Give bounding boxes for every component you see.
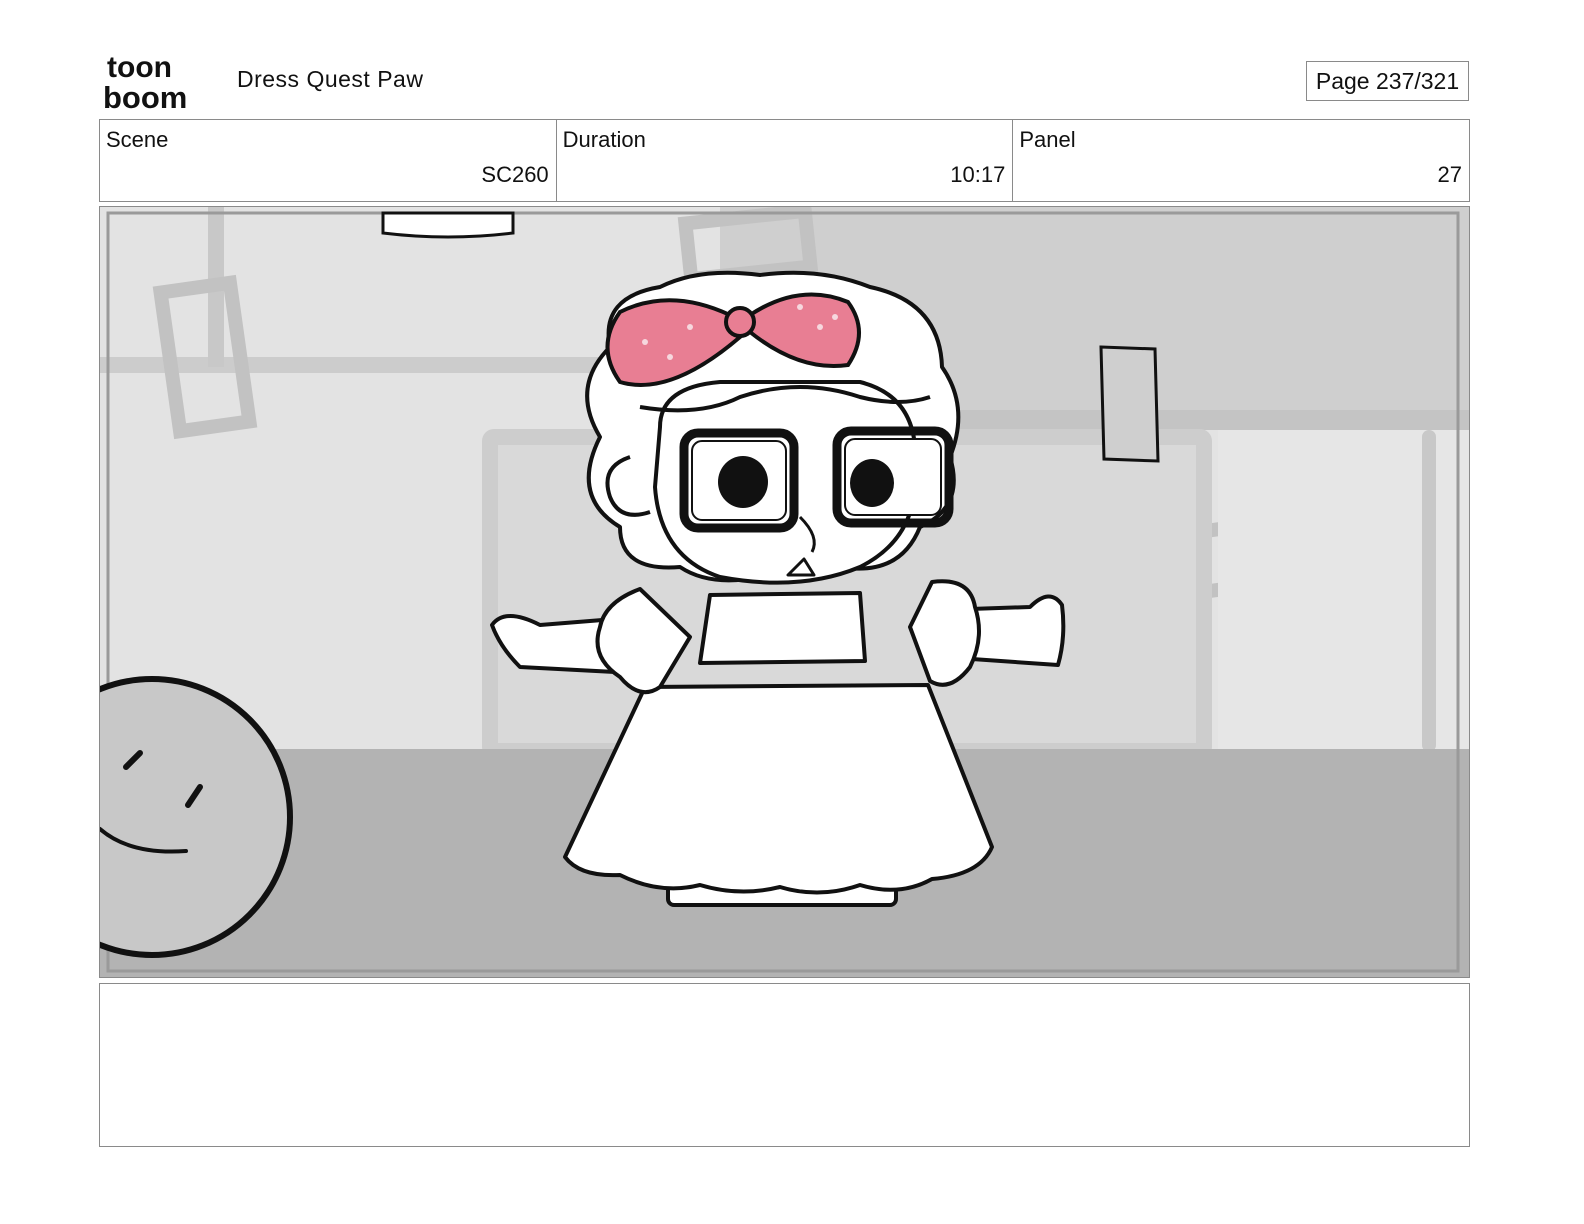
scene-value: SC260 [481, 162, 549, 187]
storyboard-panel-image [99, 206, 1470, 978]
panel-cell: Panel 27 [1013, 120, 1469, 201]
logo-text-bottom: boom [103, 80, 187, 112]
duration-value: 10:17 [950, 162, 1006, 187]
page-number: Page 237/321 [1306, 61, 1469, 101]
panel-value: 27 [1437, 162, 1463, 187]
tape-right [1099, 345, 1160, 463]
project-title: Dress Quest Paw [237, 66, 424, 92]
duration-label: Duration [562, 127, 646, 152]
duration-cell: Duration 10:17 [557, 120, 1014, 201]
tape-top [381, 211, 515, 239]
panel-info-table: Scene SC260 Duration 10:17 Panel 27 [99, 119, 1470, 202]
scene-cell: Scene SC260 [100, 120, 557, 201]
toonboom-logo: toon boom [103, 50, 215, 115]
scene-label: Scene [106, 127, 169, 152]
notes-area [99, 983, 1470, 1147]
right-shelf-line [950, 410, 1469, 430]
right-pole [1422, 430, 1436, 752]
panel-label: Panel [1019, 127, 1076, 152]
